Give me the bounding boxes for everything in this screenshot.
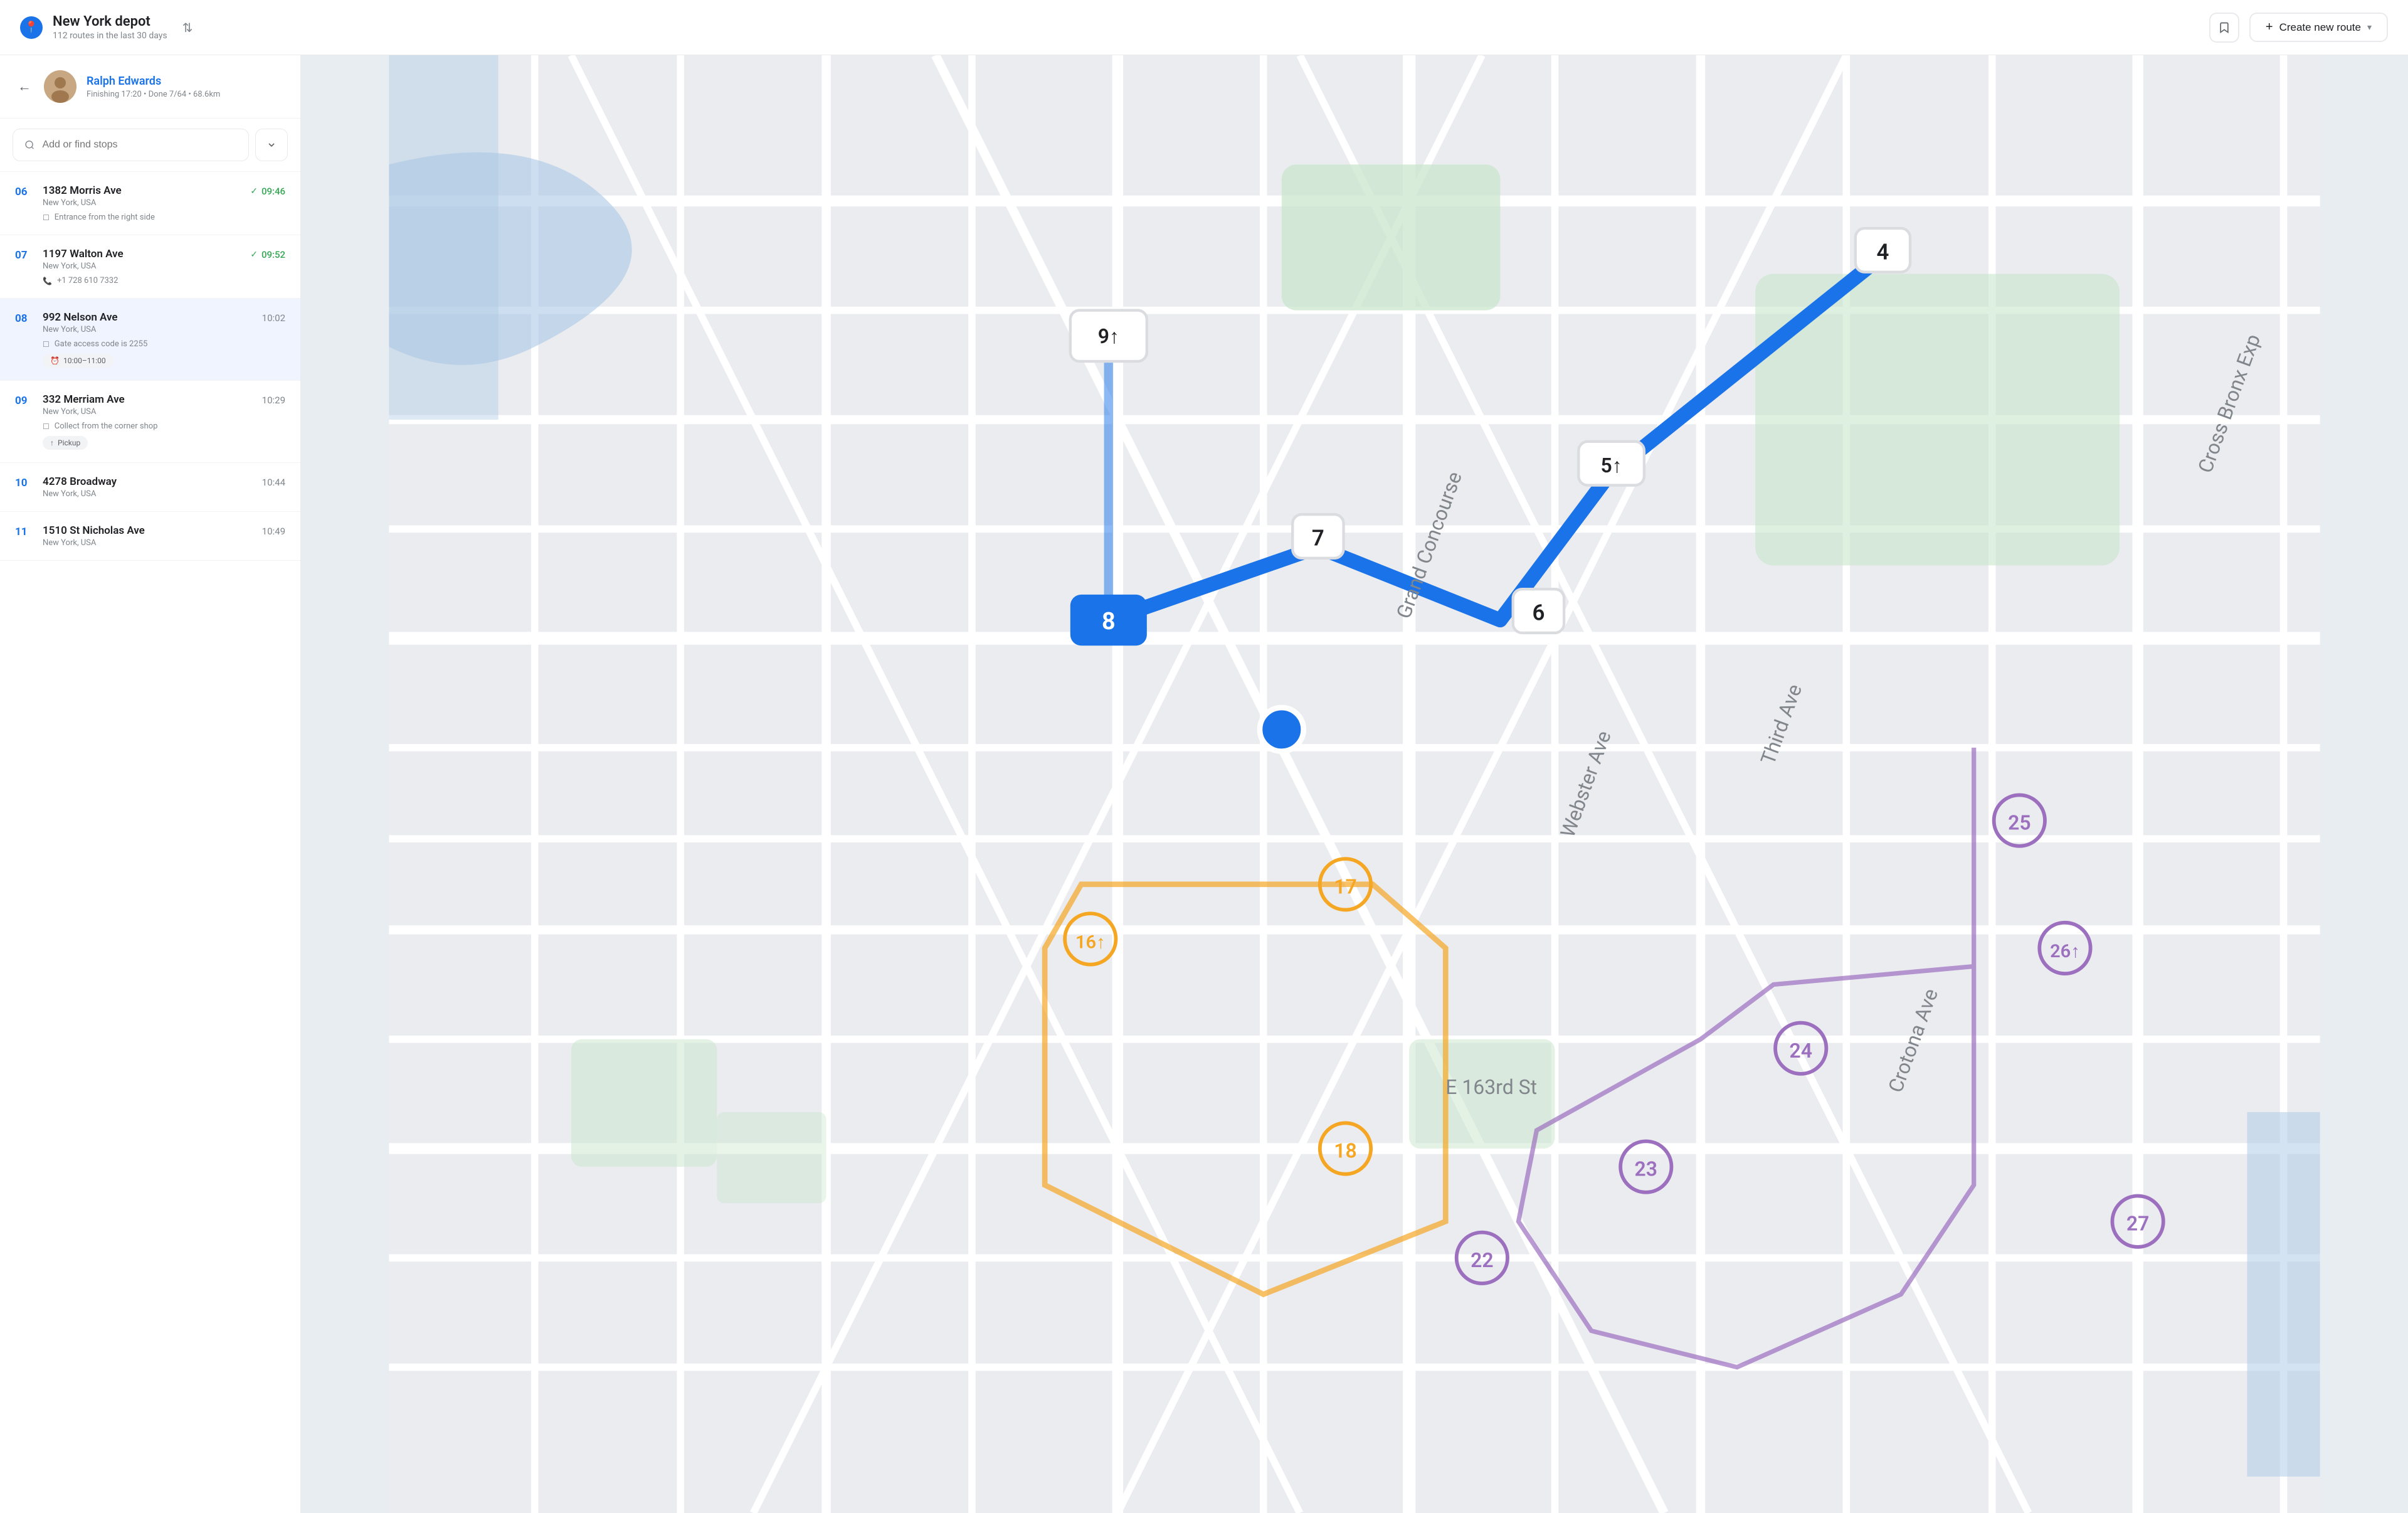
stop-address: 992 Nelson Ave	[43, 311, 252, 324]
search-dropdown-button[interactable]	[255, 129, 288, 161]
check-icon: ✓	[250, 186, 258, 196]
svg-text:26↑: 26↑	[2050, 941, 2080, 962]
stop-content: 1382 Morris Ave New York, USA ☐Entrance …	[43, 184, 240, 222]
search-input[interactable]	[42, 139, 237, 151]
header-left: 📍 New York depot 112 routes in the last …	[20, 14, 193, 41]
stop-address: 332 Merriam Ave	[43, 393, 252, 406]
avatar-image	[44, 70, 77, 103]
depot-subtitle: 112 routes in the last 30 days	[53, 31, 167, 41]
tag-icon: ↑	[50, 438, 54, 447]
stop-number: 11	[15, 524, 33, 538]
stop-time: 10:02	[262, 311, 285, 324]
svg-text:24: 24	[1789, 1039, 1812, 1063]
stop-time: 10:29	[262, 393, 285, 406]
depot-name: New York depot	[53, 14, 167, 29]
depot-chevron-icon[interactable]: ⇅	[182, 20, 193, 35]
driver-status: Finishing 17:20 • Done 7/64 • 68.6km	[87, 90, 220, 99]
stop-number: 08	[15, 311, 33, 325]
stop-note: ☐Gate access code is 2255	[43, 339, 252, 349]
bookmark-icon	[2218, 21, 2231, 34]
stop-address: 1382 Morris Ave	[43, 184, 240, 197]
stop-address: 1510 St Nicholas Ave	[43, 524, 252, 537]
svg-text:E 163rd St: E 163rd St	[1445, 1075, 1537, 1099]
stop-item[interactable]: 08 992 Nelson Ave New York, USA ☐Gate ac…	[0, 299, 300, 381]
note-icon: ☐	[43, 213, 50, 222]
depot-icon: 📍	[20, 16, 43, 39]
svg-text:8: 8	[1102, 608, 1116, 635]
bookmark-button[interactable]	[2209, 13, 2239, 43]
header-right: + Create new route ▾	[2209, 13, 2388, 43]
search-icon	[24, 139, 34, 151]
stop-number: 07	[15, 248, 33, 262]
stop-note: ☐Entrance from the right side	[43, 213, 240, 222]
svg-text:22: 22	[1471, 1248, 1493, 1272]
sidebar: ← Ralph Edwards Finishing 17:20 • Done 7…	[0, 55, 301, 1513]
svg-text:17: 17	[1334, 874, 1356, 898]
svg-text:5↑: 5↑	[1600, 454, 1622, 477]
stop-city: New York, USA	[43, 407, 252, 417]
stop-number: 09	[15, 393, 33, 407]
stop-city: New York, USA	[43, 198, 240, 208]
search-input-wrap[interactable]	[13, 129, 249, 161]
svg-text:18: 18	[1334, 1139, 1356, 1163]
svg-text:9↑: 9↑	[1098, 324, 1119, 348]
avatar	[44, 70, 77, 103]
stop-city: New York, USA	[43, 325, 252, 334]
stop-note: ☐Collect from the corner shop	[43, 422, 252, 431]
stop-item[interactable]: 07 1197 Walton Ave New York, USA 📞+1 728…	[0, 235, 300, 299]
svg-text:23: 23	[1635, 1157, 1657, 1181]
stop-item[interactable]: 10 4278 Broadway New York, USA 10:44	[0, 463, 300, 512]
stop-time-done: ✓ 09:52	[250, 248, 285, 260]
stop-note: 📞+1 728 610 7332	[43, 276, 240, 285]
stop-content: 1510 St Nicholas Ave New York, USA	[43, 524, 252, 548]
stop-time-done: ✓ 09:46	[250, 184, 285, 197]
stop-item[interactable]: 06 1382 Morris Ave New York, USA ☐Entran…	[0, 172, 300, 235]
svg-text:16↑: 16↑	[1075, 932, 1106, 953]
create-route-label: Create new route	[2279, 21, 2361, 34]
svg-text:25: 25	[2008, 811, 2031, 835]
driver-section: ← Ralph Edwards Finishing 17:20 • Done 7…	[0, 55, 300, 119]
note-icon: 📞	[43, 277, 52, 285]
stop-time: 10:49	[262, 524, 285, 537]
stop-time: 10:44	[262, 475, 285, 488]
stop-number: 06	[15, 184, 33, 198]
note-icon: ☐	[43, 340, 50, 349]
svg-text:6: 6	[1532, 600, 1545, 626]
driver-name: Ralph Edwards	[87, 75, 220, 88]
stop-city: New York, USA	[43, 262, 240, 271]
time-window: ⏰10:00–11:00	[43, 354, 114, 368]
svg-text:7: 7	[1312, 525, 1324, 551]
create-route-button[interactable]: + Create new route ▾	[2249, 13, 2388, 42]
svg-text:4: 4	[1876, 239, 1889, 265]
stop-content: 4278 Broadway New York, USA	[43, 475, 252, 499]
stop-city: New York, USA	[43, 489, 252, 499]
note-icon: ☐	[43, 422, 50, 431]
search-section	[0, 119, 300, 172]
chevron-down-icon	[267, 140, 277, 150]
stop-address: 4278 Broadway	[43, 475, 252, 488]
stop-number: 10	[15, 475, 33, 489]
clock-icon: ⏰	[50, 356, 60, 365]
main-layout: ← Ralph Edwards Finishing 17:20 • Done 7…	[0, 55, 2408, 1513]
chevron-down-icon: ▾	[2367, 22, 2372, 33]
depot-info: New York depot 112 routes in the last 30…	[53, 14, 167, 41]
check-icon: ✓	[250, 250, 258, 260]
stop-city: New York, USA	[43, 538, 252, 548]
back-button[interactable]: ←	[18, 78, 31, 95]
header: 📍 New York depot 112 routes in the last …	[0, 0, 2408, 55]
map-svg: 17 16↑ 18 22 23 24 25 26↑ 27	[301, 55, 2408, 1513]
stop-tag: ↑Pickup	[43, 436, 88, 450]
stops-list: 06 1382 Morris Ave New York, USA ☐Entran…	[0, 172, 300, 1513]
map-area: 17 16↑ 18 22 23 24 25 26↑ 27	[301, 55, 2408, 1513]
stop-content: 992 Nelson Ave New York, USA ☐Gate acces…	[43, 311, 252, 368]
svg-text:27: 27	[2126, 1212, 2150, 1236]
stop-item[interactable]: 09 332 Merriam Ave New York, USA ☐Collec…	[0, 381, 300, 463]
stop-content: 332 Merriam Ave New York, USA ☐Collect f…	[43, 393, 252, 450]
stop-content: 1197 Walton Ave New York, USA 📞+1 728 61…	[43, 248, 240, 285]
plus-icon: +	[2266, 20, 2273, 35]
driver-details: Ralph Edwards Finishing 17:20 • Done 7/6…	[87, 75, 220, 99]
stop-item[interactable]: 11 1510 St Nicholas Ave New York, USA 10…	[0, 512, 300, 561]
stop-address: 1197 Walton Ave	[43, 248, 240, 260]
